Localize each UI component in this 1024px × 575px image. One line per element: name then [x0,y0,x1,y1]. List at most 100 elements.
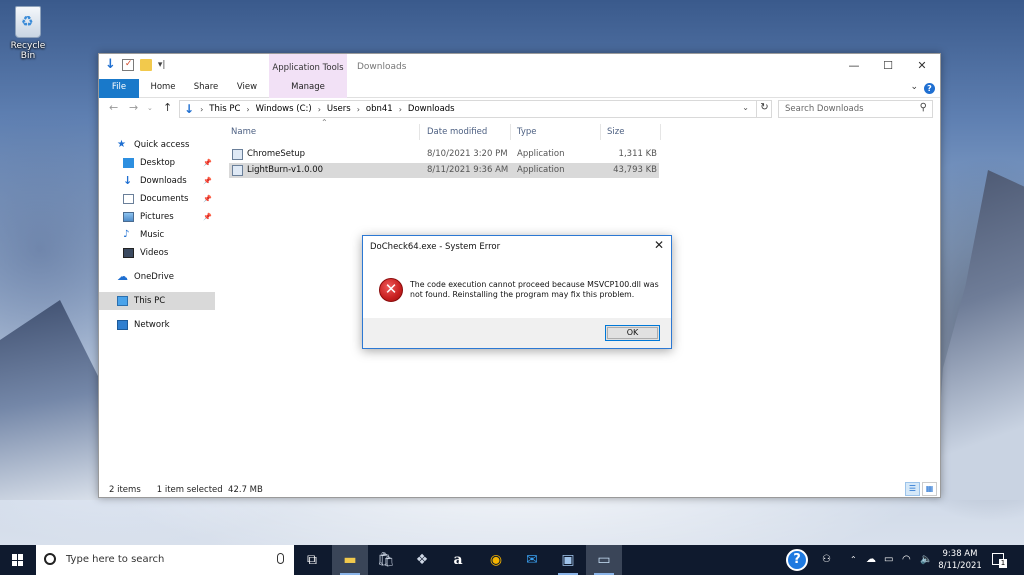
sidebar-item-label: Network [134,320,170,330]
sidebar-item-quick-access[interactable]: ★ Quick access [99,136,215,154]
new-folder-icon[interactable] [139,59,152,71]
task-view-icon[interactable]: ⧉ [294,545,330,575]
selection-info: 1 item selected 42.7 MB [156,485,263,495]
column-header-name[interactable]: Name [231,124,256,140]
close-button[interactable]: ✕ [907,57,937,75]
onedrive-tray-icon[interactable]: ☁ [866,545,876,575]
microphone-icon[interactable] [277,553,284,564]
navigation-bar: ← → ⌄ ↑ ↓ › This PC › Windows (C:) › Use… [99,98,940,120]
column-divider[interactable] [600,124,601,140]
downloads-arrow-icon[interactable]: ↓ [105,58,116,71]
taskbar-search-placeholder: Type here to search [66,554,165,565]
get-help-icon[interactable]: ? [786,549,808,571]
file-row-selected[interactable]: LightBurn-v1.0.00 8/11/2021 9:36 AM Appl… [229,163,659,178]
help-icon[interactable]: ? [924,83,935,94]
ok-button[interactable]: OK [605,325,660,341]
pin-icon[interactable]: 📌 [203,195,212,203]
taskbar-search-input[interactable]: Type here to search [36,545,294,575]
wifi-icon[interactable]: ◠ [902,545,911,575]
status-bar: 2 items 1 item selected 42.7 MB [109,485,263,495]
sidebar-item-pictures[interactable]: Pictures 📌 [99,208,215,226]
breadcrumb-separator-icon[interactable]: › [399,105,402,114]
back-arrow-icon[interactable]: ← [109,101,118,115]
pin-icon[interactable]: 📌 [203,177,212,185]
pictures-folder-icon [123,212,134,222]
sidebar-item-onedrive[interactable]: ☁ OneDrive [99,268,215,286]
column-header-date-modified[interactable]: Date modified [427,124,487,140]
pin-icon[interactable]: 📌 [203,159,212,167]
breadcrumb-this-pc[interactable]: This PC [209,104,240,114]
microsoft-store-icon[interactable]: 🛍 [368,545,404,575]
sidebar-item-documents[interactable]: Documents 📌 [99,190,215,208]
maximize-button[interactable]: ☐ [873,57,903,75]
recent-locations-icon[interactable]: ⌄ [147,101,153,115]
forward-arrow-icon[interactable]: → [129,101,138,115]
details-view-icon[interactable]: ☰ [905,482,920,496]
battery-icon[interactable]: ▭ [884,545,893,575]
sidebar-item-downloads[interactable]: ↓ Downloads 📌 [99,172,215,190]
notification-count-badge: 1 [999,559,1007,568]
breadcrumb-separator-icon[interactable]: › [246,105,249,114]
sidebar-item-videos[interactable]: Videos [99,244,215,262]
recycle-bin[interactable]: Recycle Bin [4,6,52,61]
column-header-type[interactable]: Type [517,124,537,140]
music-folder-icon: ♪ [123,229,130,240]
show-hidden-icons-icon[interactable]: ⌃ [850,545,857,575]
chrome-icon[interactable]: ◉ [478,545,514,575]
quick-access-toolbar: ↓ ▾| [105,58,166,71]
sidebar-item-music[interactable]: ♪ Music [99,226,215,244]
mail-icon[interactable]: ✉ [514,545,550,575]
sidebar-item-this-pc[interactable]: This PC [99,292,215,310]
column-divider[interactable] [660,124,661,140]
file-name: LightBurn-v1.0.00 [247,165,324,175]
file-row[interactable]: ChromeSetup 8/10/2021 3:20 PM Applicatio… [229,147,659,162]
refresh-icon[interactable]: ↻ [756,100,772,118]
pin-icon[interactable]: 📌 [203,213,212,221]
people-icon[interactable]: ⚇ [822,545,831,575]
tab-share[interactable]: Share [187,79,225,98]
dialog-close-icon[interactable]: ✕ [654,238,664,252]
sidebar-item-desktop[interactable]: Desktop 📌 [99,154,215,172]
volume-icon[interactable]: 🔈 [920,545,932,575]
computer-icon [117,296,128,306]
system-clock[interactable]: 9:38 AM 8/11/2021 [936,548,984,572]
expand-ribbon-icon[interactable]: ⌄ [910,82,918,92]
breadcrumb-users[interactable]: Users [327,104,351,114]
breadcrumb-separator-icon[interactable]: › [318,105,321,114]
address-bar[interactable]: ↓ › This PC › Windows (C:) › Users › obn… [179,100,772,118]
file-explorer-taskbar-icon[interactable]: ▬ [332,545,368,575]
sidebar-item-label: Downloads [140,176,187,186]
large-icons-view-icon[interactable]: ▦ [922,482,937,496]
properties-icon[interactable] [121,59,134,71]
application-tools-header: Application Tools [269,54,347,79]
address-dropdown-icon[interactable]: ⌄ [742,103,749,112]
column-header-size[interactable]: Size [607,124,624,140]
title-bar[interactable]: ↓ ▾| Application Tools Downloads — ☐ ✕ [99,54,940,79]
breadcrumb-windows-c[interactable]: Windows (C:) [256,104,312,114]
search-input[interactable]: Search Downloads ⚲ [778,100,933,118]
window-title: Downloads [357,62,407,72]
dropbox-icon[interactable]: ❖ [404,545,440,575]
tab-file[interactable]: File [99,79,139,98]
breadcrumb-user-folder[interactable]: obn41 [366,104,393,114]
error-window-taskbar-icon[interactable]: ▭ [586,545,622,575]
column-divider[interactable] [510,124,511,140]
start-button[interactable] [0,545,36,575]
docheck-app-icon[interactable]: ▣ [550,545,586,575]
sidebar-item-label: Music [140,230,165,240]
minimize-button[interactable]: — [839,57,869,75]
breadcrumb-downloads[interactable]: Downloads [408,104,455,114]
tab-view[interactable]: View [231,79,263,98]
up-arrow-icon[interactable]: ↑ [163,101,172,115]
column-divider[interactable] [419,124,420,140]
breadcrumb-separator-icon[interactable]: › [200,105,203,114]
tab-manage[interactable]: Manage [269,79,347,98]
sidebar-item-network[interactable]: Network [99,316,215,334]
sidebar-item-label: Documents [140,194,189,204]
onedrive-cloud-icon: ☁ [117,270,128,283]
customize-toolbar-icon[interactable]: ▾| [158,60,166,70]
breadcrumb-separator-icon[interactable]: › [357,105,360,114]
amazon-icon[interactable]: a [440,545,476,575]
tab-home[interactable]: Home [145,79,181,98]
system-error-dialog[interactable]: DoCheck64.exe - System Error ✕ ✕ The cod… [362,235,672,349]
